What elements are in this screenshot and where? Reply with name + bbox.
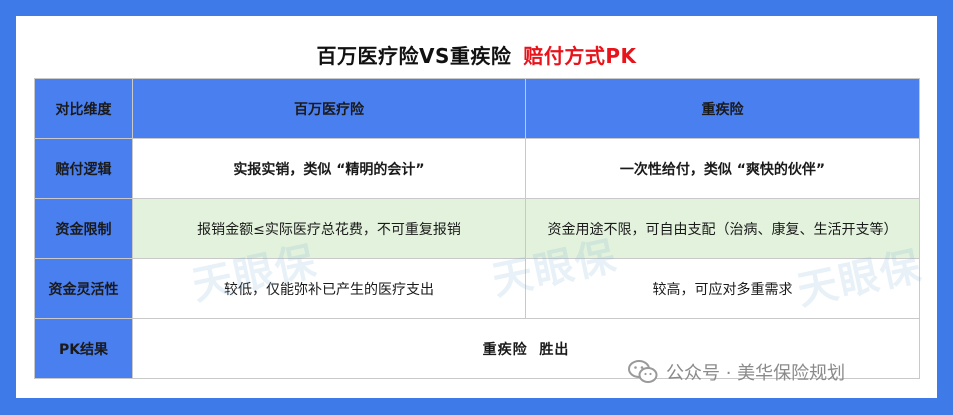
title-accent: 赔付方式PK (523, 44, 637, 68)
header-dimension: 对比维度 (34, 78, 133, 139)
table-cell: 较高，可应对多重需求 (525, 258, 920, 319)
row-label: 资金限制 (34, 198, 133, 259)
table-row: 赔付逻辑 实报实销，类似 “精明的会计” 一次性给付，类似 “爽快的伙伴” (34, 138, 920, 199)
blue-frame: 百万医疗险VS重疾险 赔付方式PK 对比维度 百万医疗险 重疾险 赔付逻辑 实报实… (0, 0, 953, 415)
table-header-row: 对比维度 百万医疗险 重疾险 (34, 78, 920, 139)
result-label: PK结果 (34, 318, 133, 379)
row-label: 资金灵活性 (34, 258, 133, 319)
table-row: 资金灵活性 较低，仅能弥补已产生的医疗支出 较高，可应对多重需求 (34, 258, 920, 319)
table-cell: 较低，仅能弥补已产生的医疗支出 (132, 258, 526, 319)
table-cell: 资金用途不限，可自由支配（治病、康复、生活开支等） (525, 198, 920, 259)
table-cell: 实报实销，类似 “精明的会计” (132, 138, 526, 199)
comparison-table: 对比维度 百万医疗险 重疾险 赔付逻辑 实报实销，类似 “精明的会计” 一次性给… (34, 78, 920, 379)
table-cell: 一次性给付，类似 “爽快的伙伴” (525, 138, 920, 199)
wechat-icon (628, 359, 658, 385)
page-title: 百万医疗险VS重疾险 赔付方式PK (16, 40, 937, 69)
title-main: 百万医疗险VS重疾险 (316, 44, 512, 68)
table-row: 资金限制 报销金额≤实际医疗总花费，不可重复报销 资金用途不限，可自由支配（治病… (34, 198, 920, 259)
table-cell: 报销金额≤实际医疗总花费，不可重复报销 (132, 198, 526, 259)
header-col2: 重疾险 (525, 78, 920, 139)
account-credit: 公众号 · 美华保险规划 (628, 359, 845, 385)
header-col1: 百万医疗险 (132, 78, 526, 139)
row-label: 赔付逻辑 (34, 138, 133, 199)
credit-text: 公众号 · 美华保险规划 (666, 363, 846, 384)
